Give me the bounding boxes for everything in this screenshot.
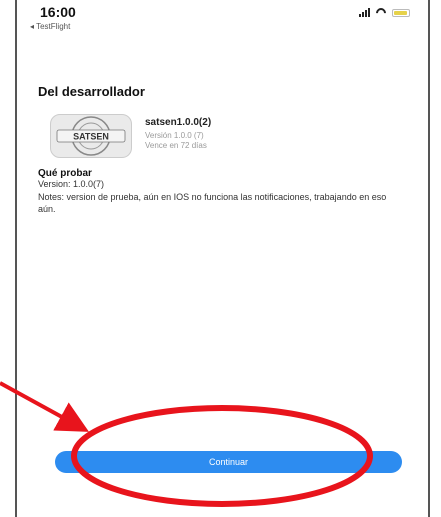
device-frame-right [428,0,430,517]
app-info: SATSEN satsen1.0.0(2) Versión 1.0.0 (7) … [50,114,390,160]
wifi-icon [375,8,387,17]
what-to-test-version: Version: 1.0.0(7) [38,179,105,189]
annotation-arrow [0,381,90,432]
annotation-overlay [0,381,373,507]
signal-icon [359,8,370,17]
status-time: 16:00 [40,4,76,20]
app-name: satsen1.0.0(2) [145,117,212,128]
continue-button[interactable]: Continuar [55,451,402,473]
battery-icon [392,8,410,17]
battery-level [394,10,407,15]
device-frame-left [15,0,17,517]
back-to-testflight-link[interactable]: ◂ TestFlight [30,22,70,31]
status-icons [359,8,410,17]
what-to-test-title: Qué probar [38,168,92,179]
app-logo-text: SATSEN [73,132,109,142]
status-bar: 16:00 ◂ TestFlight [30,4,410,38]
app-expiry: Vence en 72 días [145,141,207,150]
app-logo-icon: SATSEN [50,114,132,158]
app-version: Versión 1.0.0 (7) [145,131,204,140]
what-to-test-notes: Notes: version de prueba, aún en IOS no … [38,192,387,214]
section-title: Del desarrollador [38,84,145,99]
